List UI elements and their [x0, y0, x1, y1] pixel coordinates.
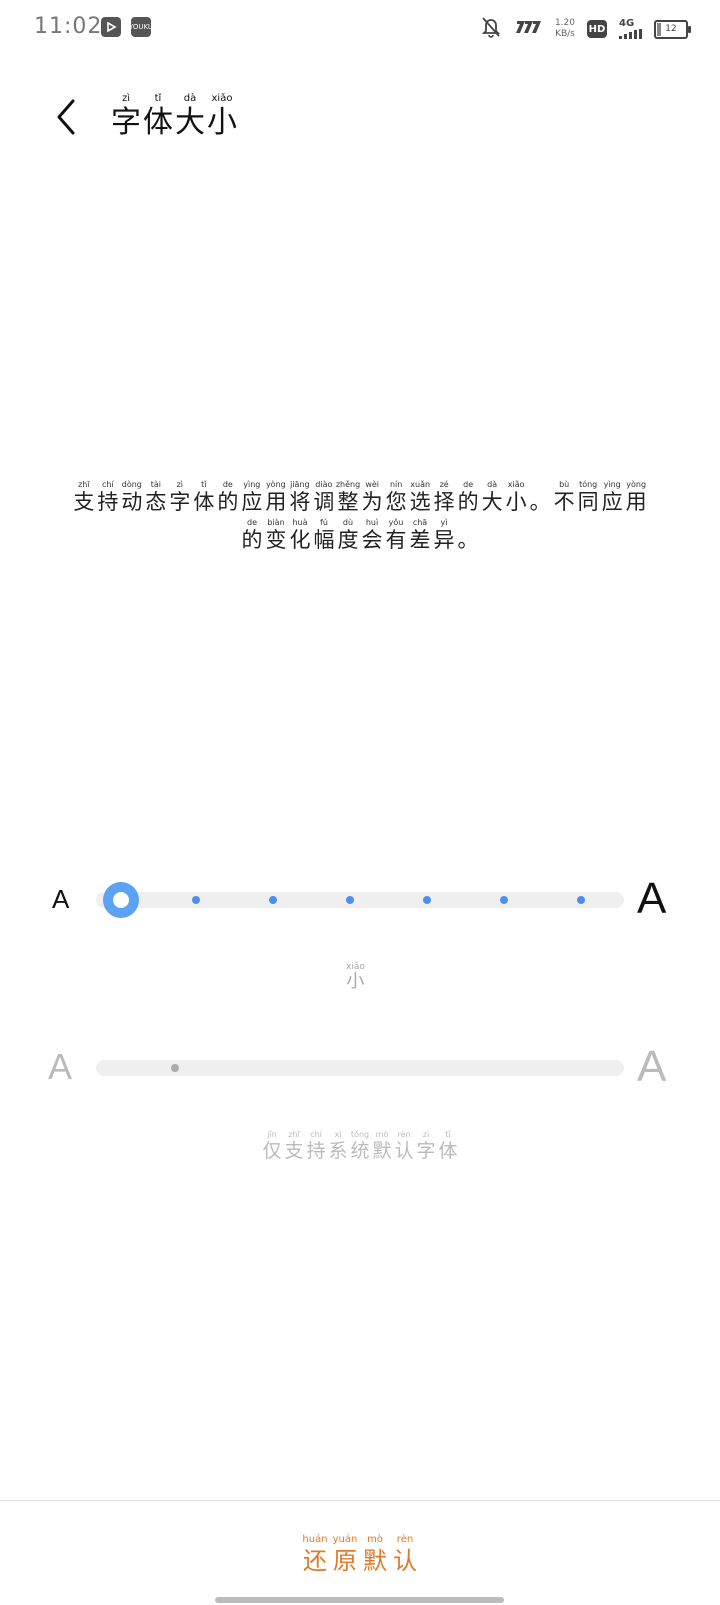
restore-char: mò 默: [363, 1534, 387, 1576]
description-char: zhěng 整: [335, 480, 361, 514]
restore-char: yuán 原: [332, 1534, 358, 1576]
description-char: huà 化: [289, 518, 311, 552]
font-weight-slider-row: A A: [0, 1042, 720, 1091]
title-char: tǐ 体: [143, 93, 173, 140]
large-font-icon: A: [637, 874, 667, 923]
current-size-label: xiǎo 小: [346, 962, 365, 992]
title-char: dà 大: [175, 93, 205, 140]
note-char: chí 持: [306, 1130, 326, 1162]
font-size-slider-track[interactable]: [96, 892, 624, 908]
description-char: yòng 用: [265, 480, 287, 514]
note-char: tǐ 体: [438, 1130, 458, 1162]
description-char: xuǎn 选: [409, 480, 431, 514]
description-char: de 的: [241, 518, 263, 552]
description-line-1: zhī 支 chí 持 dòng 动 tài 态 zì 字 tǐ 体 de 的 yìng 应 yòng 用 jiān…: [50, 480, 670, 514]
description-char: yìng 应: [241, 480, 263, 514]
slider-step-dot[interactable]: [423, 896, 431, 904]
description-char: wèi 为: [361, 480, 383, 514]
font-size-slider-thumb[interactable]: [103, 882, 139, 918]
description-char: biàn 变: [265, 518, 287, 552]
title-char: xiǎo 小: [207, 93, 237, 140]
network-type-label: 4G: [619, 18, 635, 29]
restore-char: rèn 认: [393, 1534, 417, 1576]
description-char: 。: [529, 490, 551, 514]
header: zì 字 tǐ 体 dà 大 xiǎo 小: [0, 80, 720, 160]
description-char: dòng 动: [121, 480, 143, 514]
note-char: jǐn 仅: [262, 1130, 282, 1162]
note-char: zì 字: [416, 1130, 436, 1162]
cell-signal-icon: 4G: [619, 19, 642, 39]
note-char: tǒng 统: [350, 1130, 370, 1162]
note-char: zhī 支: [284, 1130, 304, 1162]
description-char: zé 择: [433, 480, 455, 514]
status-bar: 11:02 YOUKU 1.20 KB/s HD 4G 12: [0, 0, 720, 60]
network-speed-value: 1.20: [554, 18, 575, 28]
description-char: dà 大: [481, 480, 503, 514]
system-font-note: jǐn 仅 zhī 支 chí 持 xì 系 tǒng 统 mò 默 rèn 认 zì 字 tǐ 体: [0, 1130, 720, 1162]
bold-font-icon: A: [637, 1042, 667, 1091]
home-indicator[interactable]: [215, 1597, 504, 1603]
slider-step-dot[interactable]: [346, 896, 354, 904]
thin-font-icon: A: [48, 1046, 73, 1087]
description-char: yìng 应: [601, 480, 623, 514]
description-char: dù 度: [337, 518, 359, 552]
description-char: zì 字: [169, 480, 191, 514]
font-preview-description: zhī 支 chí 持 dòng 动 tài 态 zì 字 tǐ 体 de 的 yìng 应 yòng 用 jiān…: [50, 480, 670, 556]
battery-level: 12: [665, 24, 677, 34]
slider-step-dot[interactable]: [269, 896, 277, 904]
description-char: yòng 用: [625, 480, 647, 514]
network-speed-unit: KB/s: [555, 29, 575, 39]
description-char: yì 异: [433, 518, 455, 552]
play-icon: [101, 17, 121, 37]
restore-char: huán 还: [302, 1534, 328, 1576]
description-char: tóng 同: [577, 480, 599, 514]
description-char: tǐ 体: [193, 480, 215, 514]
font-size-slider-row: A A: [0, 874, 720, 923]
description-char: diào 调: [313, 480, 335, 514]
restore-default-button[interactable]: huán 还 yuán 原 mò 默 rèn 认: [0, 1534, 720, 1576]
status-time: 11:02: [34, 14, 103, 39]
mute-bell-icon: [481, 16, 501, 42]
title-char: zì 字: [111, 93, 141, 140]
description-char: zhī 支: [73, 480, 95, 514]
slider-step-dot[interactable]: [192, 896, 200, 904]
description-char: fú 幅: [313, 518, 335, 552]
bottom-divider: [0, 1500, 720, 1501]
slider-step-dot[interactable]: [577, 896, 585, 904]
description-char: huì 会: [361, 518, 383, 552]
status-right: 1.20 KB/s HD 4G 12: [481, 14, 691, 44]
note-char: xì 系: [328, 1130, 348, 1162]
youku-icon: YOUKU: [129, 17, 153, 37]
slider-step-dot[interactable]: [500, 896, 508, 904]
font-size-settings-page: 11:02 YOUKU 1.20 KB/s HD 4G 12 zì 字 tǐ 体…: [0, 0, 720, 1605]
description-char: 。: [457, 528, 479, 552]
description-char: chā 差: [409, 518, 431, 552]
description-char: de 的: [457, 480, 479, 514]
description-char: yǒu 有: [385, 518, 407, 552]
battery-icon: 12: [654, 19, 691, 39]
description-char: nín 您: [385, 480, 407, 514]
small-font-icon: A: [52, 884, 70, 914]
description-char: tài 态: [145, 480, 167, 514]
back-button[interactable]: [46, 92, 86, 142]
carrier-icon: [513, 19, 543, 39]
font-weight-slider-thumb: [171, 1064, 179, 1072]
hd-badge: HD: [587, 20, 607, 38]
description-line-2: de 的 biàn 变 huà 化 fú 幅 dù 度 huì 会 yǒu 有 chā 差 yì 异。: [50, 518, 670, 552]
page-title: zì 字 tǐ 体 dà 大 xiǎo 小: [110, 94, 238, 140]
back-arrow-icon: [57, 99, 75, 135]
description-char: chí 持: [97, 480, 119, 514]
network-speed: 1.20 KB/s: [555, 18, 575, 40]
description-char: bù 不: [553, 480, 575, 514]
description-char: de 的: [217, 480, 239, 514]
note-char: mò 默: [372, 1130, 392, 1162]
description-char: xiǎo 小: [505, 480, 527, 514]
note-char: rèn 认: [394, 1130, 414, 1162]
description-char: jiāng 将: [289, 480, 311, 514]
